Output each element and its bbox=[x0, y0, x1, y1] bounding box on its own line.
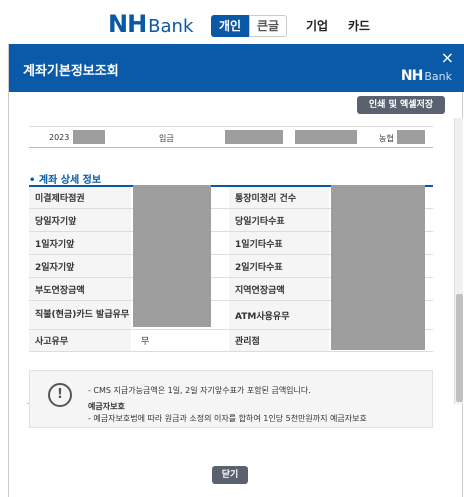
redacted-block bbox=[397, 130, 425, 144]
modal-logo-nh: NH bbox=[400, 68, 423, 84]
notice-box: ! - CMS 지급가능금액은 1일, 2일 자기앞수표가 포함된 금액입니다.… bbox=[29, 370, 433, 428]
row-label: 통장미정리 건수 bbox=[229, 187, 329, 208]
row-label: 사고유무 bbox=[29, 330, 131, 351]
top-bar: NH Bank 개인 큰글 기업 카드 bbox=[0, 0, 464, 44]
redacted-block bbox=[133, 185, 211, 327]
tab-personal[interactable]: 개인 bbox=[211, 15, 249, 37]
row-label: 당일기타수표 bbox=[229, 209, 329, 231]
row-value: 무 bbox=[141, 337, 150, 347]
tab-business[interactable]: 기업 bbox=[302, 15, 332, 37]
nh-bank-logo[interactable]: NH Bank bbox=[108, 10, 194, 38]
notice-line: - 예금자보호법에 따라 원금과 소정의 이자를 합하여 1인당 5천만원까지 … bbox=[88, 414, 367, 423]
transaction-bank: 농협 bbox=[379, 134, 394, 143]
info-icon: ! bbox=[48, 383, 72, 407]
row-label: 1일기타수표 bbox=[229, 232, 329, 254]
redacted-block bbox=[73, 130, 105, 144]
scrollbar-thumb[interactable] bbox=[456, 294, 463, 402]
row-label: 관리점 bbox=[229, 330, 329, 351]
section-title: • 계좌 상세 정보 bbox=[29, 175, 102, 186]
row-label: 당일자기앞 bbox=[29, 209, 131, 231]
row-label: 2일기타수표 bbox=[229, 255, 329, 277]
tab-card[interactable]: 카드 bbox=[344, 15, 374, 37]
logo-nh-text: NH bbox=[108, 10, 147, 38]
row-label: 2일자기앞 bbox=[29, 255, 131, 277]
modal-content-scroll-area[interactable]: 2023 입금 농협 • 계좌 상세 정보 미결제타점권 통장미정리 건수 당일… bbox=[9, 118, 464, 404]
logo-bank-text: Bank bbox=[148, 16, 194, 37]
row-label: 부도연장금액 bbox=[29, 278, 131, 300]
redacted-block bbox=[225, 130, 283, 144]
transaction-type: 입금 bbox=[159, 134, 174, 143]
account-info-modal: 계좌기본정보조회 × NH Bank 인쇄 및 엑셀저장 2023 입금 농협 … bbox=[8, 44, 464, 497]
notice-heading: 예금자보호 bbox=[88, 402, 125, 411]
transaction-row: 2023 입금 농협 bbox=[29, 126, 433, 148]
row-label: 미결제타점권 bbox=[29, 187, 131, 208]
close-icon[interactable]: × bbox=[441, 50, 454, 66]
redacted-block bbox=[295, 130, 357, 144]
row-label: 1일자기앞 bbox=[29, 232, 131, 254]
row-label: 지역연장금액 bbox=[229, 278, 329, 300]
notice-line: - CMS 지급가능금액은 1일, 2일 자기앞수표가 포함된 금액입니다. bbox=[88, 386, 311, 395]
row-label: 직불(현금)카드 발급유무 bbox=[29, 301, 131, 329]
row-label: ATM사용유무 bbox=[229, 301, 329, 329]
tab-large-text[interactable]: 큰글 bbox=[249, 15, 287, 37]
redacted-block bbox=[331, 185, 425, 350]
modal-header: 계좌기본정보조회 × NH Bank bbox=[9, 44, 464, 92]
print-excel-button[interactable]: 인쇄 및 엑셀저장 bbox=[357, 96, 445, 114]
modal-title: 계좌기본정보조회 bbox=[23, 64, 119, 79]
scrollbar[interactable] bbox=[454, 118, 463, 404]
transaction-date: 2023 bbox=[49, 133, 70, 142]
close-button[interactable]: 닫기 bbox=[212, 466, 248, 484]
modal-logo: NH Bank bbox=[401, 68, 452, 84]
modal-logo-bank: Bank bbox=[424, 70, 452, 83]
